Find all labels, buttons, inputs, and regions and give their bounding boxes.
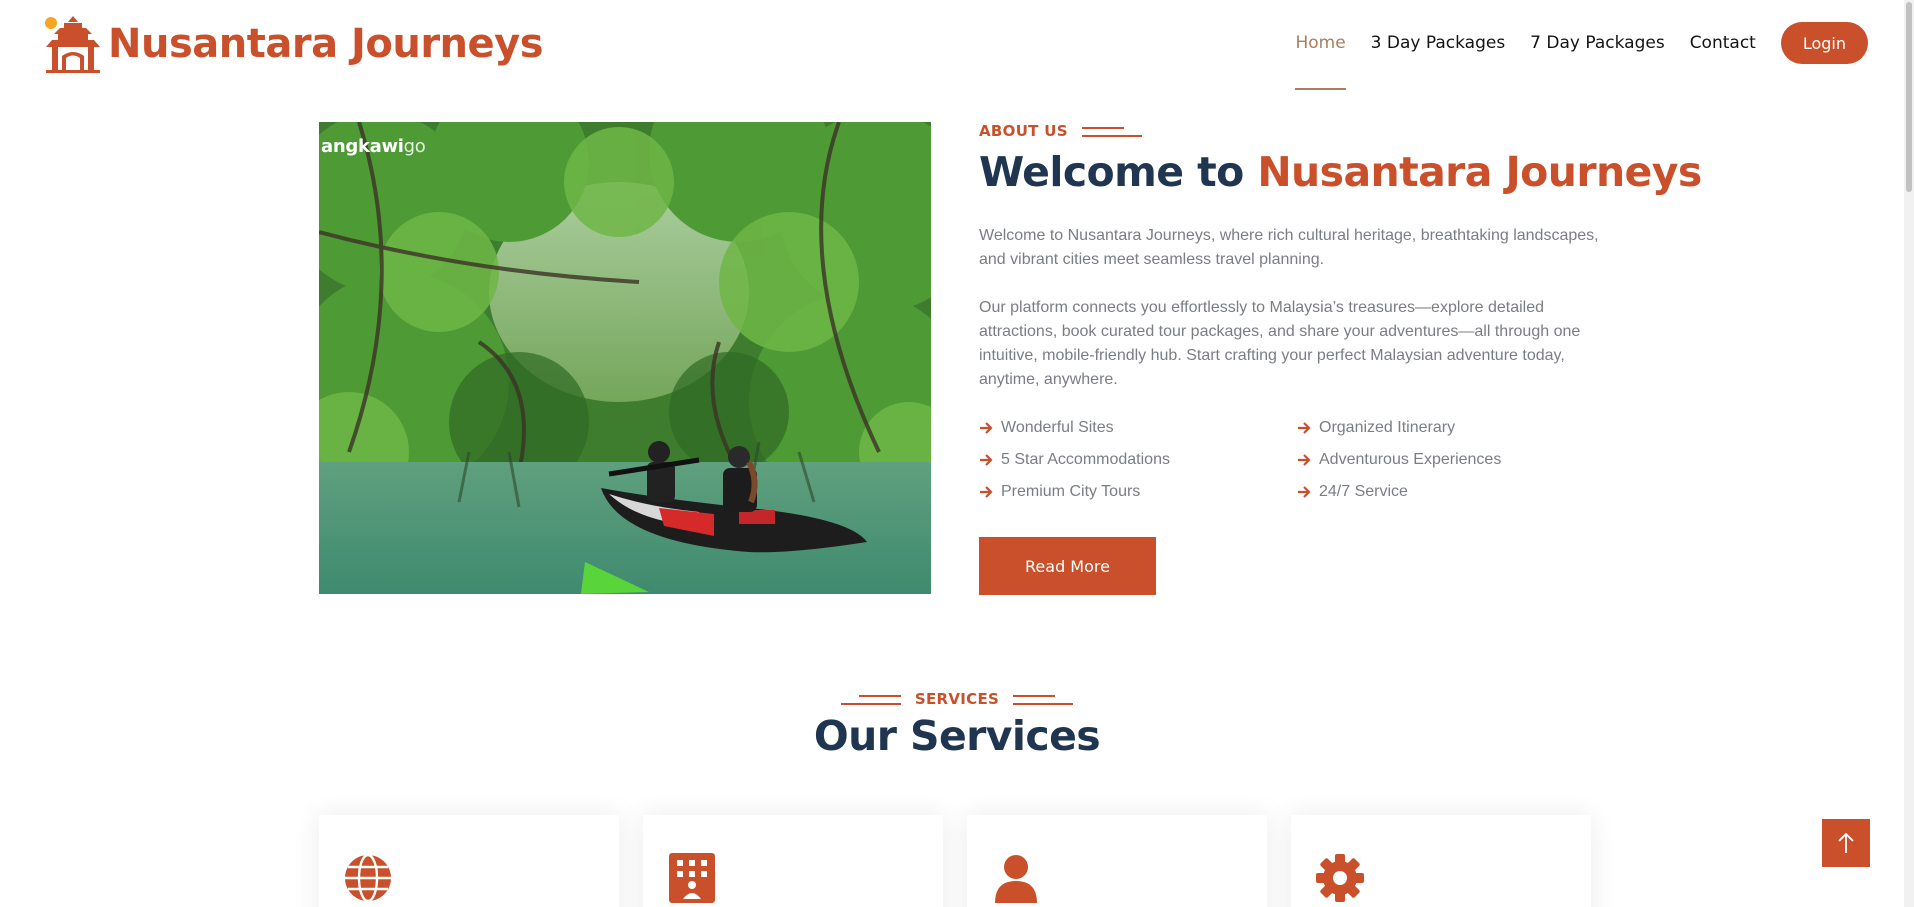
service-card[interactable] xyxy=(319,815,619,907)
feature-item: Adventurous Experiences xyxy=(1297,448,1597,471)
mangrove-kayak-photo xyxy=(319,122,931,594)
nav-3-day-packages[interactable]: 3 Day Packages xyxy=(1371,22,1506,64)
about-tag-label: ABOUT US xyxy=(979,122,1068,140)
service-card[interactable] xyxy=(967,815,1267,907)
services-tag-label: SERVICES xyxy=(914,690,1000,708)
arrow-right-icon xyxy=(980,485,993,498)
read-more-button[interactable]: Read More xyxy=(979,537,1156,595)
arrow-right-icon xyxy=(980,421,993,434)
pagoda-gate-logo-icon xyxy=(45,16,100,73)
about-tag: ABOUT US xyxy=(979,122,1599,140)
services-title: Our Services xyxy=(813,712,1101,760)
arrow-right-icon xyxy=(980,453,993,466)
service-card[interactable] xyxy=(1291,815,1591,907)
tag-divider xyxy=(840,694,901,705)
feature-list: Wonderful Sites Organized Itinerary 5 St… xyxy=(979,416,1599,503)
main-nav: Home 3 Day Packages 7 Day Packages Conta… xyxy=(1270,22,1868,90)
arrow-right-icon xyxy=(1298,485,1311,498)
nav-contact[interactable]: Contact xyxy=(1690,22,1756,64)
feature-item: 24/7 Service xyxy=(1297,480,1597,503)
arrow-up-icon xyxy=(1838,832,1854,853)
about-title: Welcome to Nusantara Journeys xyxy=(979,148,1702,196)
feature-item: 5 Star Accommodations xyxy=(979,448,1297,471)
hotel-icon xyxy=(669,853,715,903)
back-to-top-button[interactable] xyxy=(1822,819,1870,867)
arrow-right-icon xyxy=(1298,421,1311,434)
feature-item: Wonderful Sites xyxy=(979,416,1297,439)
about-paragraph-2: Our platform connects you effortlessly t… xyxy=(979,299,1581,388)
nav-home[interactable]: Home xyxy=(1295,22,1346,90)
nav-7-day-packages[interactable]: 7 Day Packages xyxy=(1530,22,1665,64)
image-watermark: angkawigo xyxy=(321,136,426,157)
user-icon xyxy=(995,855,1037,903)
feature-item: Organized Itinerary xyxy=(1297,416,1597,439)
service-card[interactable] xyxy=(643,815,943,907)
brand-name: Nusantara Journeys xyxy=(108,21,544,67)
brand-link[interactable]: Nusantara Journeys xyxy=(42,14,544,74)
tag-divider xyxy=(1081,126,1142,137)
about-paragraph-1: Welcome to Nusantara Journeys, where ric… xyxy=(979,227,1599,268)
globe-icon xyxy=(345,853,391,903)
navbar: Nusantara Journeys Home 3 Day Packages 7… xyxy=(0,0,1914,92)
scrollbar-thumb[interactable] xyxy=(1906,2,1912,192)
login-button[interactable]: Login xyxy=(1780,22,1868,64)
arrow-right-icon xyxy=(1298,453,1311,466)
feature-item: Premium City Tours xyxy=(979,480,1297,503)
services-tag: SERVICES xyxy=(0,690,1914,708)
page-scrollbar[interactable] xyxy=(1904,0,1914,907)
tag-divider xyxy=(1013,694,1074,705)
services-header: SERVICES Our Services xyxy=(0,690,1914,760)
about-image: angkawigo xyxy=(319,122,931,594)
gear-icon xyxy=(1316,854,1364,902)
about-section: ABOUT US Welcome to Nusantara Journeys W… xyxy=(979,122,1702,595)
